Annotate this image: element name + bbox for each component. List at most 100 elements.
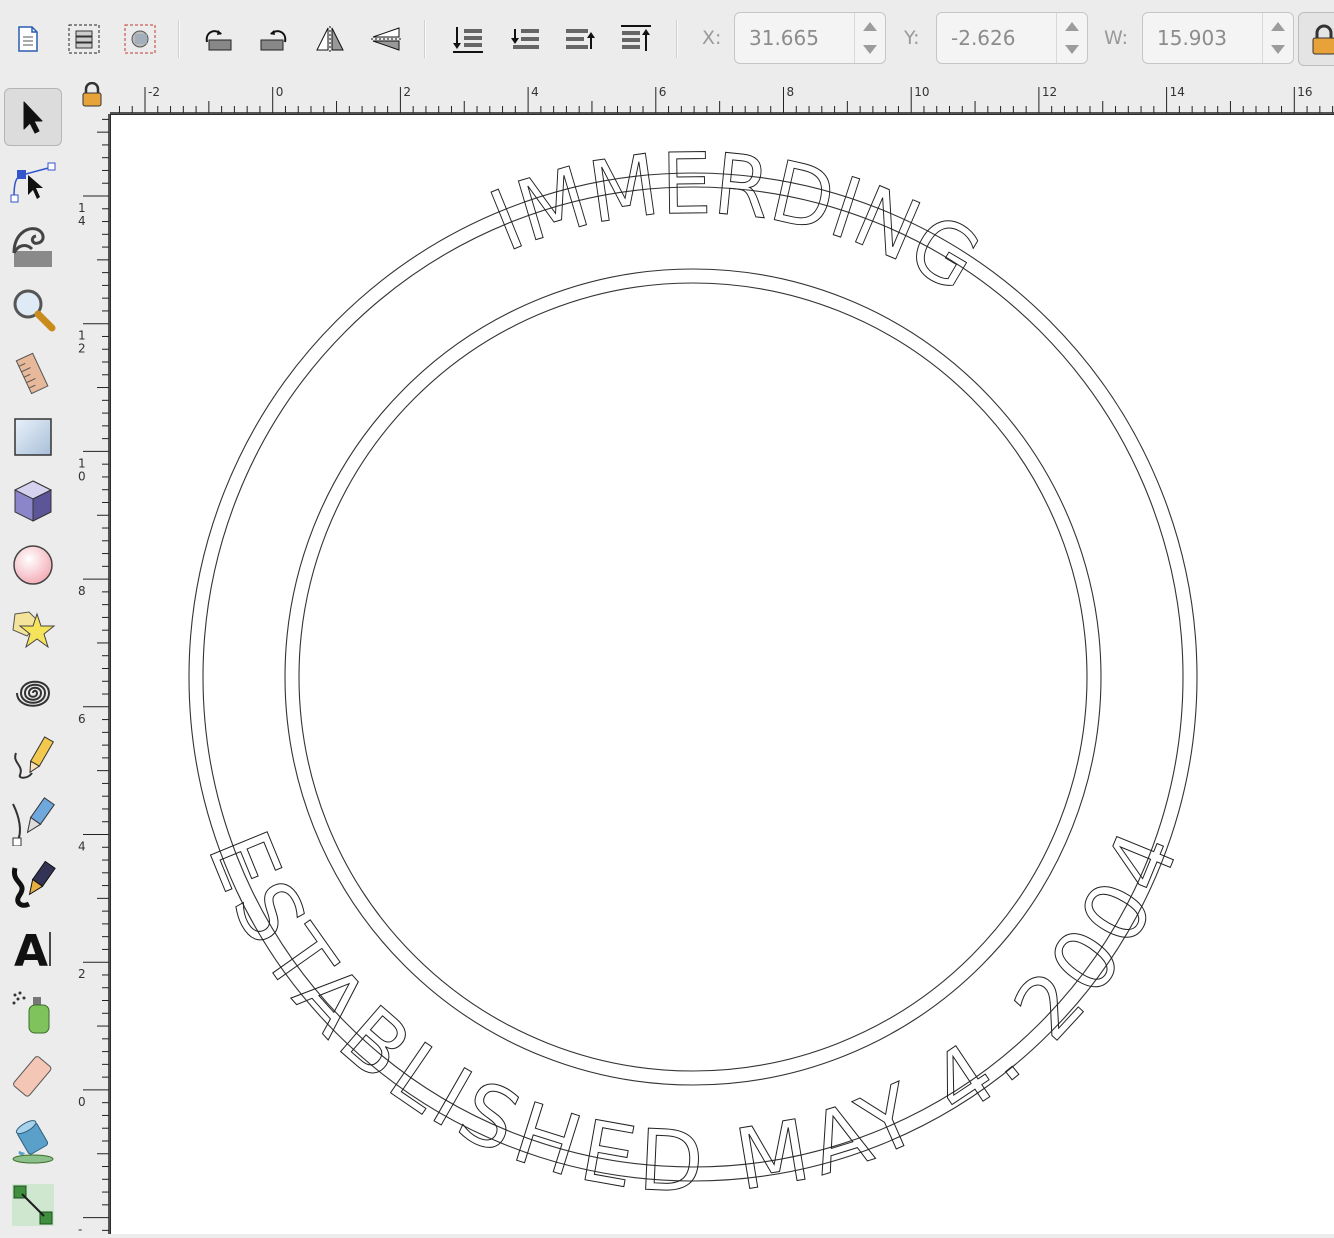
ruler-corner — [68, 80, 134, 114]
spray-tool-button[interactable] — [4, 984, 62, 1042]
rectangle-tool-button[interactable] — [4, 408, 62, 466]
selector-tool-button[interactable] — [4, 88, 62, 146]
select-all-layers-button[interactable] — [64, 14, 104, 64]
bucket-icon — [12, 1120, 54, 1164]
zoom-tool-button[interactable] — [4, 280, 62, 338]
flip-vertical-button[interactable] — [366, 14, 406, 64]
ellipse-tool-button[interactable] — [4, 536, 62, 594]
x-spin-arrows[interactable] — [854, 13, 885, 63]
y-input[interactable] — [937, 13, 1057, 63]
w-increment-icon[interactable] — [1271, 22, 1285, 31]
ruler-label: 2 — [78, 342, 86, 356]
inner-ring-inner-edge[interactable] — [298, 282, 1088, 1072]
ruler-label: 12 — [1042, 85, 1057, 99]
toolbar-separator — [676, 20, 678, 58]
connector-icon — [12, 1184, 54, 1226]
pencil-icon — [14, 736, 55, 779]
x-decrement-icon[interactable] — [863, 45, 877, 54]
invert-selection-button[interactable] — [120, 14, 160, 64]
invert-selection-icon — [124, 24, 156, 54]
ruler-label: 10 — [914, 85, 929, 99]
w-decrement-icon[interactable] — [1271, 45, 1285, 54]
text-tool-button[interactable]: A — [4, 920, 62, 978]
raise-to-top-button[interactable] — [616, 14, 656, 64]
ruler-label: 6 — [78, 712, 86, 726]
rotate-ccw-button[interactable] — [198, 14, 238, 64]
raise-icon — [566, 29, 595, 49]
connector-tool-button[interactable] — [4, 1176, 62, 1234]
tool-controls-bar: X: Y: W: — [0, 0, 1334, 80]
eraser-tool-button[interactable] — [4, 1048, 62, 1106]
ruler-label: 4 — [78, 214, 86, 228]
spiral-icon — [16, 680, 51, 707]
x-increment-icon[interactable] — [863, 22, 877, 31]
rotate-cw-button[interactable] — [254, 14, 294, 64]
ruler-label: - — [78, 1223, 82, 1234]
calligraphy-icon — [11, 860, 56, 908]
bottom-arc-text-path: ESTABLISHED MAY 4. 2004 — [188, 817, 1198, 1212]
y-label: Y: — [904, 27, 920, 49]
select-all-button[interactable] — [8, 14, 48, 64]
lock-icon — [1312, 24, 1334, 55]
ruler-label: 2 — [403, 85, 411, 99]
top-arc-text[interactable]: IMMERDING — [477, 134, 996, 311]
raise-to-top-icon — [621, 25, 651, 51]
ruler-label: 0 — [78, 469, 86, 483]
drawing-canvas[interactable]: IMMERDING ESTABLISHED MAY 4. 2004 — [110, 114, 1334, 1234]
spray-icon — [12, 991, 50, 1034]
inner-ring-edge[interactable] — [284, 268, 1102, 1086]
y-increment-icon[interactable] — [1065, 22, 1079, 31]
flip-horizontal-button[interactable] — [310, 14, 350, 64]
cube-icon — [13, 480, 53, 522]
ruler-label: 6 — [659, 85, 667, 99]
spiral-tool-button[interactable] — [4, 664, 62, 722]
node-tool-button[interactable] — [4, 152, 62, 210]
w-label: W: — [1104, 27, 1129, 49]
ruler-label: 0 — [78, 1095, 86, 1109]
3d-box-tool-button[interactable] — [4, 472, 62, 530]
guide-lock-icon[interactable] — [80, 82, 104, 108]
lower-icon — [511, 29, 539, 49]
document-icon — [18, 26, 38, 52]
circle-icon — [13, 545, 53, 585]
arrow-pointer-icon — [23, 101, 43, 134]
horizontal-ruler[interactable]: -2 0 2 4 6 8 10 12 14 16 — [110, 80, 1334, 114]
tweak-tool-button[interactable] — [4, 216, 62, 274]
x-input[interactable] — [735, 13, 855, 63]
y-decrement-icon[interactable] — [1065, 45, 1079, 54]
pencil-tool-button[interactable] — [4, 728, 62, 786]
pen-icon — [12, 797, 55, 846]
ruler-label: 16 — [1297, 85, 1312, 99]
w-input[interactable] — [1143, 13, 1263, 63]
bottom-arc-text[interactable]: ESTABLISHED MAY 4. 2004 — [188, 817, 1198, 1212]
toolbar-separator — [178, 20, 180, 58]
w-spinbox[interactable] — [1142, 12, 1294, 64]
lower-to-bottom-button[interactable] — [448, 14, 488, 64]
raise-button[interactable] — [560, 14, 600, 64]
toolbar-separator — [424, 20, 426, 58]
ruler-label: 1 — [78, 456, 86, 470]
measure-tool-button[interactable] — [4, 344, 62, 402]
layers-select-icon — [68, 24, 100, 54]
pen-tool-button[interactable] — [4, 792, 62, 850]
lower-button[interactable] — [504, 14, 544, 64]
ruler-label: 2 — [78, 967, 86, 981]
text-icon: A — [14, 926, 51, 972]
y-spin-arrows[interactable] — [1056, 13, 1087, 63]
calligraphy-tool-button[interactable] — [4, 856, 62, 914]
toolbox: A — [0, 80, 68, 1234]
ruler-icon — [15, 352, 49, 395]
vertical-ruler[interactable]: 14121086420-2 — [68, 114, 110, 1238]
x-spinbox[interactable] — [734, 12, 886, 64]
lower-to-bottom-icon — [453, 27, 483, 53]
w-spin-arrows[interactable] — [1262, 13, 1293, 63]
star-tool-button[interactable] — [4, 600, 62, 658]
y-spinbox[interactable] — [936, 12, 1088, 64]
eraser-icon — [13, 1056, 52, 1097]
wave-icon — [12, 227, 52, 267]
paint-bucket-tool-button[interactable] — [4, 1112, 62, 1170]
top-arc-text-path: IMMERDING — [477, 134, 996, 311]
ruler-label: 4 — [531, 85, 539, 99]
ruler-label: 14 — [1170, 85, 1185, 99]
lock-proportions-button[interactable] — [1298, 12, 1334, 66]
